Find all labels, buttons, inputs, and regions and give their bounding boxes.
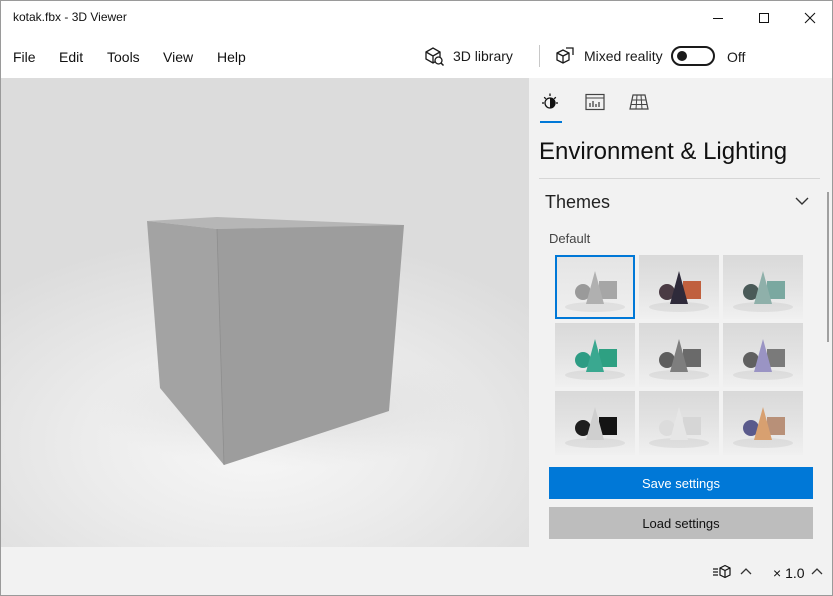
app-window: kotak.fbx - 3D Viewer File Edit Tools Vi…	[0, 0, 833, 596]
model-info-icon[interactable]	[712, 564, 734, 580]
theme-preview-icon	[649, 407, 709, 448]
themes-default-label: Default	[549, 231, 591, 246]
theme-thumbnail[interactable]	[555, 323, 635, 387]
grid-icon	[629, 94, 649, 110]
menu-edit[interactable]: Edit	[59, 49, 83, 65]
menu-file[interactable]: File	[13, 49, 36, 65]
chevron-up-icon[interactable]	[740, 567, 752, 575]
menu-view[interactable]: View	[163, 49, 193, 65]
stats-icon	[585, 93, 605, 111]
theme-thumbnail[interactable]	[639, 323, 719, 387]
theme-preview-icon	[733, 407, 793, 448]
theme-thumbnail[interactable]	[723, 391, 803, 455]
theme-thumbnail[interactable]	[639, 391, 719, 455]
3d-library-label: 3D library	[453, 48, 513, 64]
title-bar: kotak.fbx - 3D Viewer	[1, 1, 832, 34]
theme-preview-icon	[649, 339, 709, 380]
toggle-knob	[677, 51, 687, 61]
panel-scrollbar[interactable]	[827, 192, 829, 342]
menu-bar: File Edit Tools View Help 3D library Mix…	[1, 34, 832, 78]
zoom-level: × 1.0	[773, 565, 805, 581]
tab-grid[interactable]	[626, 90, 652, 114]
window-title: kotak.fbx - 3D Viewer	[13, 10, 127, 24]
theme-thumbnail[interactable]	[723, 323, 803, 387]
active-tab-indicator	[540, 121, 562, 123]
close-icon	[804, 12, 816, 23]
minimize-button[interactable]	[695, 1, 741, 34]
tab-stats[interactable]	[582, 90, 608, 114]
maximize-button[interactable]	[741, 1, 787, 34]
theme-thumbnail[interactable]	[555, 255, 635, 319]
menu-help[interactable]: Help	[217, 49, 246, 65]
save-settings-button[interactable]: Save settings	[549, 467, 813, 499]
3d-library-button[interactable]: 3D library	[423, 44, 513, 68]
tab-environment-lighting[interactable]	[537, 90, 563, 114]
theme-preview-icon	[649, 271, 709, 312]
theme-thumbnail[interactable]	[639, 255, 719, 319]
theme-preview-icon	[733, 339, 793, 380]
menu-tools[interactable]: Tools	[107, 49, 140, 65]
themes-section-header[interactable]: Themes	[545, 192, 610, 213]
theme-thumbnail[interactable]	[723, 255, 803, 319]
toolbar-separator	[539, 45, 540, 67]
close-button[interactable]	[787, 1, 833, 34]
mixed-reality-toggle[interactable]	[671, 46, 715, 66]
chevron-up-icon[interactable]	[811, 567, 823, 575]
3d-viewport[interactable]	[1, 78, 529, 547]
load-settings-button[interactable]: Load settings	[549, 507, 813, 539]
theme-preview-icon	[565, 271, 625, 312]
toggle-state-label: Off	[727, 49, 746, 65]
mixed-reality-button[interactable]: Mixed reality	[554, 44, 663, 68]
mixed-reality-label: Mixed reality	[584, 48, 663, 64]
theme-thumbnail[interactable]	[555, 391, 635, 455]
mixed-reality-icon	[556, 47, 574, 64]
side-panel: Environment & Lighting Themes Default Sa…	[529, 78, 832, 547]
theme-preview-icon	[565, 407, 625, 448]
cube-model[interactable]	[1, 78, 529, 547]
theme-preview-icon	[565, 339, 625, 380]
maximize-icon	[759, 12, 769, 23]
status-bar: × 1.0	[1, 547, 832, 595]
theme-preview-icon	[733, 271, 793, 312]
panel-title: Environment & Lighting	[539, 138, 788, 165]
chevron-down-icon[interactable]	[795, 196, 809, 206]
panel-divider	[539, 178, 820, 179]
minimize-icon	[713, 17, 723, 19]
environment-lighting-icon	[542, 93, 558, 109]
3d-library-icon	[425, 47, 445, 67]
